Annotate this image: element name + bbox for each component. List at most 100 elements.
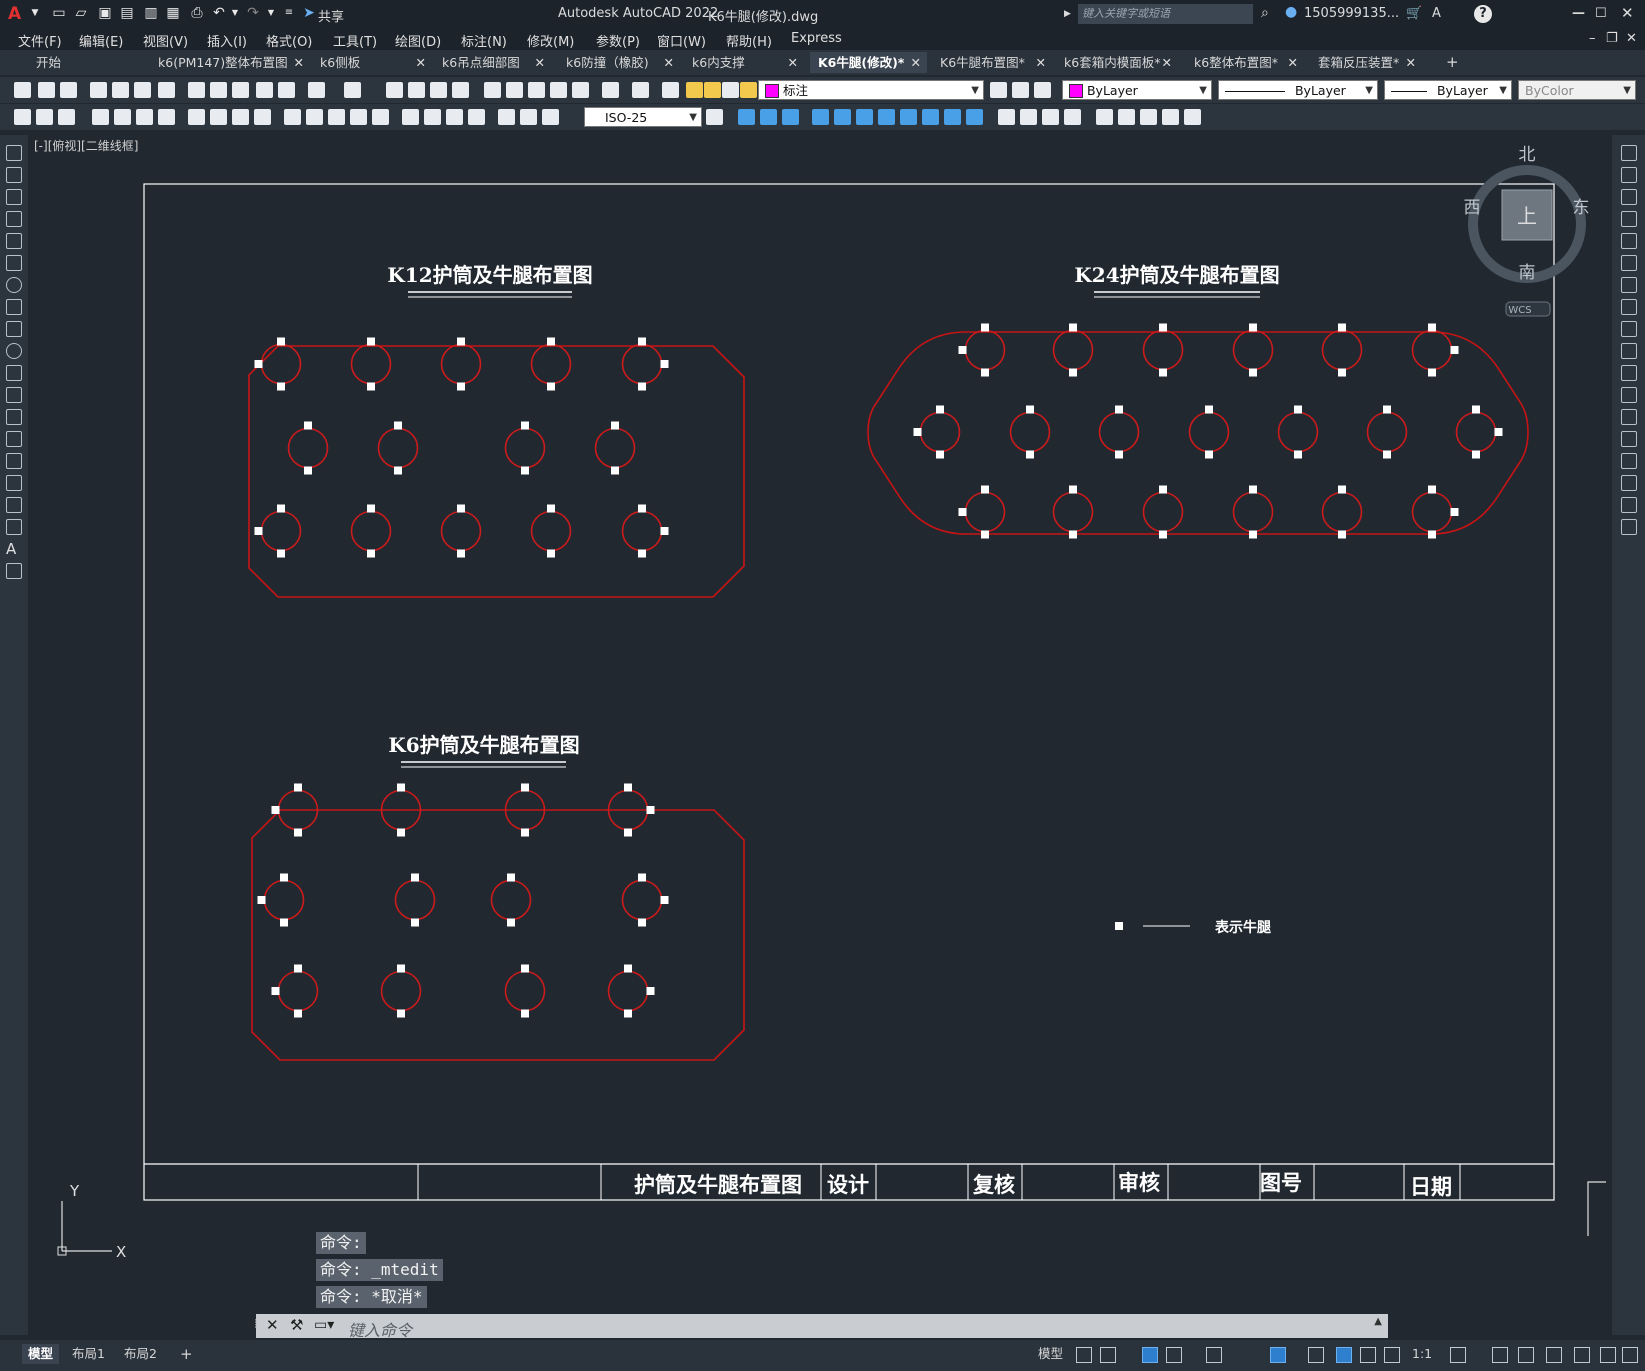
cart-icon[interactable]: 🛒 — [1406, 6, 1422, 21]
copy-icon[interactable] — [210, 82, 227, 98]
close-tab-icon[interactable]: ✕ — [535, 52, 545, 73]
zoom-previous-icon[interactable] — [452, 82, 469, 98]
erase-icon[interactable] — [1621, 145, 1637, 161]
offset-icon[interactable] — [812, 109, 829, 125]
tolerance-icon[interactable] — [402, 109, 419, 125]
tab-k6-pm147[interactable]: k6(PM147)整体布置图 ✕ — [150, 52, 310, 73]
customize-menu-icon[interactable] — [1622, 1347, 1638, 1363]
autodesk-account-icon[interactable]: A — [1432, 6, 1441, 21]
menu-express[interactable]: Express — [791, 31, 842, 46]
redo-icon[interactable] — [344, 82, 361, 98]
help-icon[interactable]: ? — [1474, 5, 1492, 23]
maximize-button[interactable]: ☐ — [1595, 6, 1607, 21]
hardware-acceleration-icon[interactable] — [1546, 1347, 1562, 1363]
share-button[interactable]: 共享 — [318, 6, 344, 25]
aligned-dimension-icon[interactable] — [114, 109, 131, 125]
gradient-icon[interactable] — [6, 475, 22, 491]
minimize-button[interactable]: — — [1572, 6, 1585, 21]
dimension-edit-icon[interactable] — [498, 109, 515, 125]
trim-icon[interactable] — [1621, 343, 1637, 359]
dimension-break-icon[interactable] — [372, 109, 389, 125]
lineweight-dropdown[interactable]: ByLayer ▼ — [1384, 80, 1512, 100]
explode-icon[interactable] — [1096, 109, 1113, 125]
undo-icon[interactable] — [308, 82, 325, 98]
add-layout-icon[interactable]: + — [174, 1344, 199, 1364]
tab-model[interactable]: 模型 — [22, 1344, 60, 1364]
make-block-icon[interactable] — [6, 409, 22, 425]
close-command-icon[interactable]: ✕ — [266, 1316, 279, 1334]
layer-previous-icon[interactable] — [1012, 82, 1029, 98]
break-icon[interactable] — [1621, 409, 1637, 425]
export-icon[interactable]: ▦ — [164, 5, 182, 21]
units-icon[interactable] — [1518, 1347, 1534, 1363]
lineweight-icon[interactable] — [1308, 1347, 1324, 1363]
baseline-dimension-icon[interactable] — [306, 109, 323, 125]
ellipse-icon[interactable] — [6, 343, 22, 359]
close-tab-icon[interactable]: ✕ — [911, 52, 921, 73]
make-current-layer-icon[interactable] — [990, 82, 1007, 98]
tab-layout1[interactable]: 布局1 — [66, 1344, 111, 1364]
calculator-icon[interactable] — [602, 82, 619, 98]
diameter-dimension-icon[interactable] — [232, 109, 249, 125]
grid-icon[interactable] — [1076, 1347, 1092, 1363]
tab-layout2[interactable]: 布局2 — [118, 1344, 163, 1364]
new-file-icon[interactable]: ▭ — [50, 5, 68, 21]
open-file-icon[interactable]: ▱ — [72, 5, 90, 21]
break-at-point-icon[interactable] — [1621, 387, 1637, 403]
region-icon[interactable] — [6, 497, 22, 513]
compass-north[interactable]: 北 — [1519, 145, 1536, 165]
line-icon[interactable] — [6, 145, 22, 161]
plotstyle-dropdown[interactable]: ByColor ▼ — [1518, 80, 1636, 100]
save-icon[interactable] — [60, 82, 77, 98]
menu-view[interactable]: 视图(V) — [143, 31, 188, 50]
insert-block-icon[interactable] — [14, 109, 31, 125]
array-icon[interactable] — [1621, 233, 1637, 249]
menu-help[interactable]: 帮助(H) — [726, 31, 772, 50]
blend-curves-icon[interactable] — [1621, 497, 1637, 513]
add-selected-icon[interactable] — [6, 563, 22, 579]
annotation-monitor-icon[interactable] — [1492, 1347, 1508, 1363]
edit-spline-icon[interactable] — [1140, 109, 1157, 125]
close-tab-icon[interactable]: ✕ — [1288, 52, 1298, 73]
tab-k6-overall-layout[interactable]: k6整体布置图* ✕ — [1186, 52, 1304, 73]
annotation-scale-icon[interactable] — [1384, 1347, 1400, 1363]
polyline-icon[interactable] — [6, 189, 22, 205]
layer-lock-icon[interactable] — [740, 82, 757, 98]
undo-dropdown-icon[interactable]: ▼ — [226, 5, 244, 21]
dimension-style-icon[interactable] — [706, 109, 723, 125]
user-icon[interactable]: ● — [1285, 4, 1297, 20]
compass-west[interactable]: 西 — [1464, 198, 1481, 218]
break-icon[interactable] — [998, 109, 1015, 125]
doc-close-button[interactable]: ✕ — [1626, 31, 1637, 46]
match-properties-icon[interactable] — [256, 82, 273, 98]
search-expand-icon[interactable]: ▶ — [1064, 9, 1071, 19]
plot-preview-icon[interactable] — [112, 82, 129, 98]
redo-dropdown-icon[interactable]: ▼ — [262, 5, 280, 21]
command-grip-icon[interactable]: ⁞ — [254, 1317, 258, 1332]
paste-icon[interactable] — [232, 82, 249, 98]
angular-dimension-icon[interactable] — [254, 109, 271, 125]
plot-icon[interactable]: ⎙ — [188, 5, 206, 21]
close-tab-icon[interactable]: ✕ — [664, 52, 674, 73]
tab-k6-lifting-detail[interactable]: k6吊点细部图 ✕ — [434, 52, 551, 73]
fillet-icon[interactable] — [1621, 475, 1637, 491]
command-line[interactable]: ⁞ ✕ ⚒ ▭▾ 键入命令 ▲ — [254, 1314, 1388, 1340]
zoom-window-icon[interactable] — [430, 82, 447, 98]
tab-start[interactable]: 开始 — [28, 52, 148, 73]
close-button[interactable]: ✕ — [1621, 4, 1634, 22]
extend-icon[interactable] — [966, 109, 983, 125]
extend-icon[interactable] — [1621, 365, 1637, 381]
new-tab-icon[interactable]: + — [1438, 52, 1459, 73]
share-icon[interactable]: ➤ — [300, 5, 318, 21]
compass-east[interactable]: 东 — [1573, 198, 1590, 218]
layer-on-icon[interactable] — [686, 82, 703, 98]
jogged-dimension-icon[interactable] — [210, 109, 227, 125]
menu-insert[interactable]: 插入(I) — [207, 31, 247, 50]
view-cube-top[interactable]: 上 — [1517, 204, 1537, 228]
close-tab-icon[interactable]: ✕ — [1406, 52, 1416, 73]
save-icon[interactable]: ▣ — [96, 5, 114, 21]
doc-minimize-button[interactable]: – — [1589, 31, 1596, 46]
move-icon[interactable] — [856, 109, 873, 125]
spline-icon[interactable] — [6, 321, 22, 337]
viewport-label[interactable]: [-][俯视][二维线框] — [34, 138, 138, 153]
